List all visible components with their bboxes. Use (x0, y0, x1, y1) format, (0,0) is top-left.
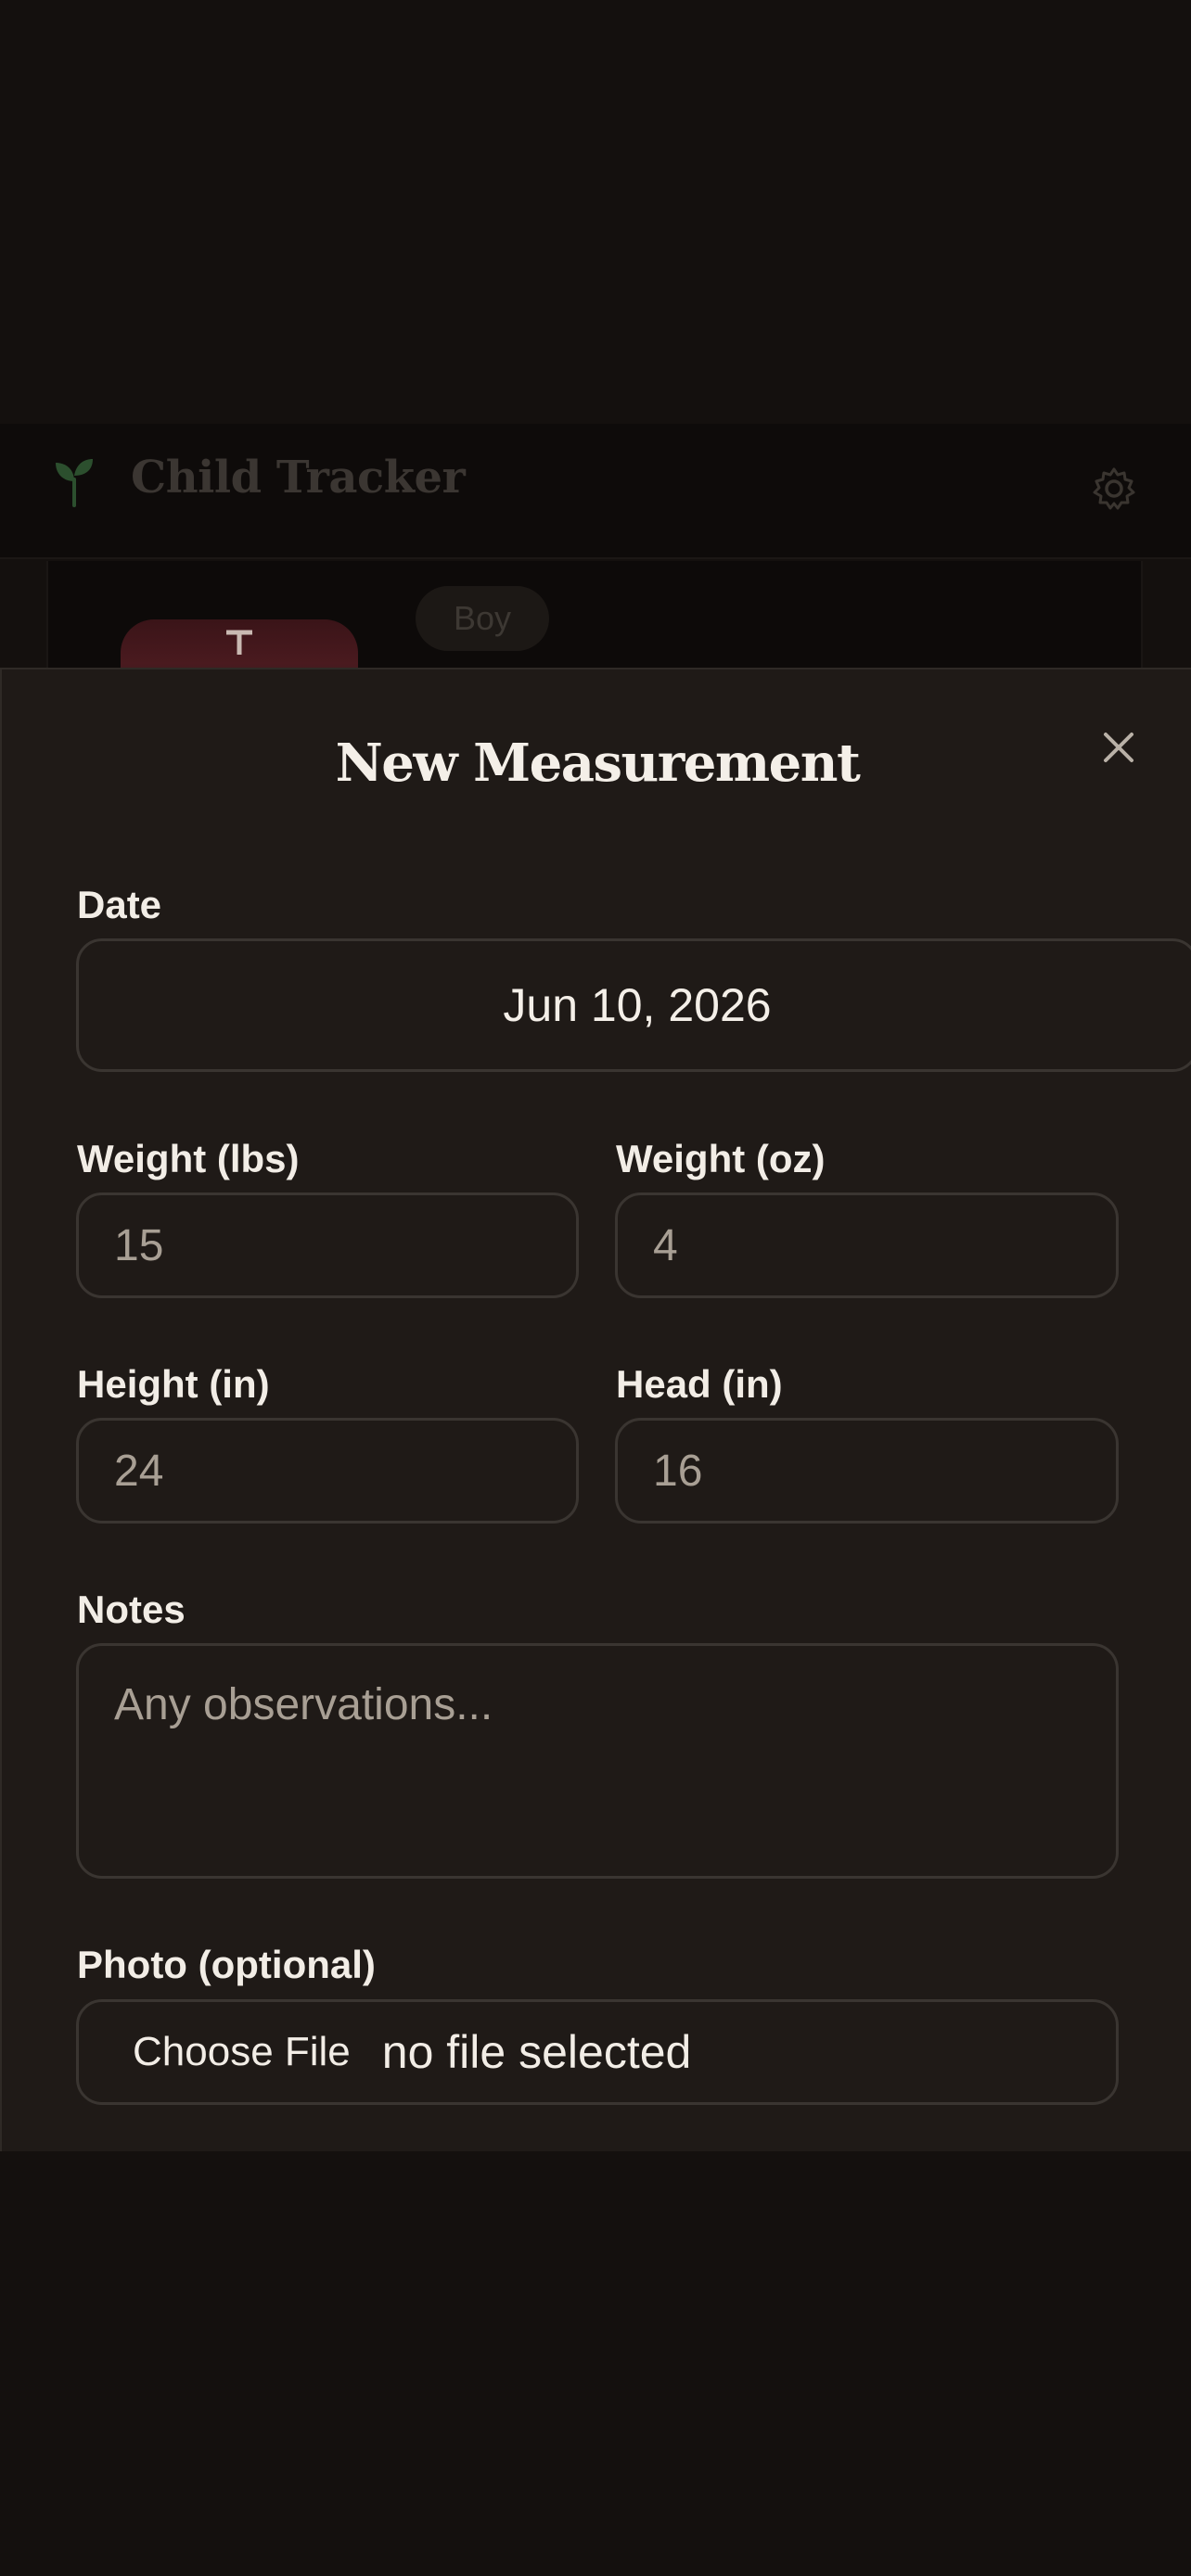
head-label: Head (in) (616, 1362, 783, 1406)
sheet-title: New Measurement (335, 733, 861, 794)
date-label: Date (77, 883, 162, 926)
photo-label: Photo (optional) (77, 1943, 376, 1986)
file-status: no file selected (381, 2026, 692, 2078)
sprout-icon (56, 459, 93, 507)
gear-icon[interactable] (1091, 465, 1137, 512)
gender-badge: Boy (416, 586, 549, 651)
cap-logo-icon (226, 630, 252, 655)
app-header: Child Tracker (0, 424, 1191, 559)
weight-oz-input[interactable] (615, 1192, 1119, 1298)
choose-file-button[interactable]: Choose File (133, 2029, 351, 2075)
weight-lbs-label: Weight (lbs) (77, 1137, 300, 1180)
app-title: Child Tracker (131, 452, 466, 504)
notes-textarea[interactable] (76, 1643, 1119, 1879)
height-label: Height (in) (77, 1362, 270, 1406)
head-input[interactable] (615, 1418, 1119, 1524)
new-measurement-sheet: New Measurement Date Jun 10, 2026 Weight… (0, 668, 1191, 2151)
notes-label: Notes (77, 1588, 186, 1631)
date-field[interactable]: Jun 10, 2026 (76, 938, 1191, 1072)
weight-lbs-input[interactable] (76, 1192, 579, 1298)
screen: Child Tracker Boy New Measurement Date J… (0, 0, 1191, 2576)
height-input[interactable] (76, 1418, 579, 1524)
photo-file-input[interactable]: Choose File no file selected (76, 1999, 1119, 2105)
weight-oz-label: Weight (oz) (616, 1137, 826, 1180)
